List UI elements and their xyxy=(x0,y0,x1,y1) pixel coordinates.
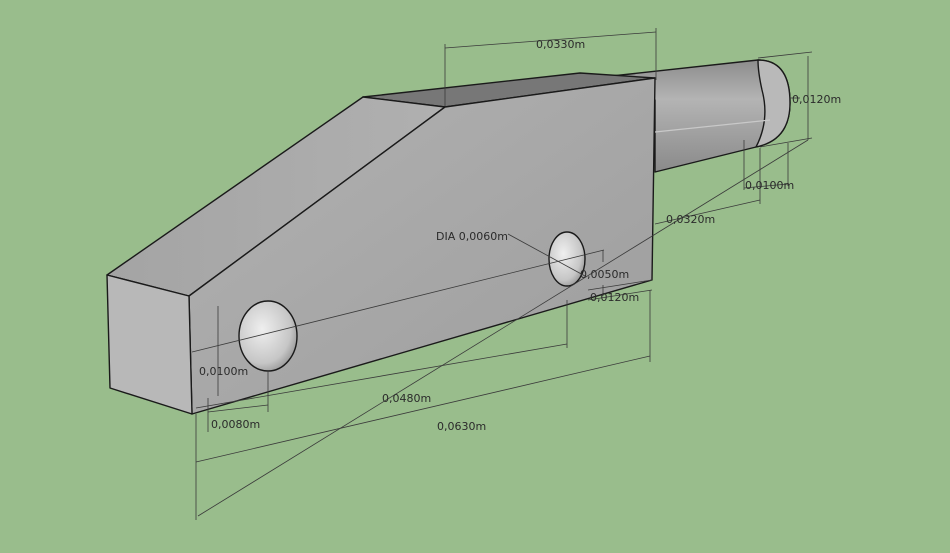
dim-shaft-length: 0,0320m xyxy=(666,213,715,226)
dim-top-width: 0,0330m xyxy=(536,38,585,51)
dim-shaft-end: 0,0100m xyxy=(745,179,794,192)
dim-total-length: 0,0630m xyxy=(437,420,486,433)
end-face xyxy=(106,274,193,415)
dim-hole-dia: DIA 0,0060m xyxy=(436,230,508,243)
dim-hole-spacing: 0,0480m xyxy=(382,392,431,405)
mounting-hole-left xyxy=(238,300,298,372)
cad-drawing: 0,0330m 0,0120m 0,0100m 0,0320m DIA 0,00… xyxy=(106,28,841,520)
3d-model-viewport[interactable]: 0,0330m 0,0120m 0,0100m 0,0320m DIA 0,00… xyxy=(0,0,950,553)
dim-bottom-offset: 0,0120m xyxy=(590,291,639,304)
dim-edge-to-hole: 0,0080m xyxy=(211,418,260,431)
dim-shaft-dia: 0,0120m xyxy=(792,93,841,106)
dim-hole-height: 0,0100m xyxy=(199,365,248,378)
dim-hole-offset: 0,0050m xyxy=(580,268,629,281)
